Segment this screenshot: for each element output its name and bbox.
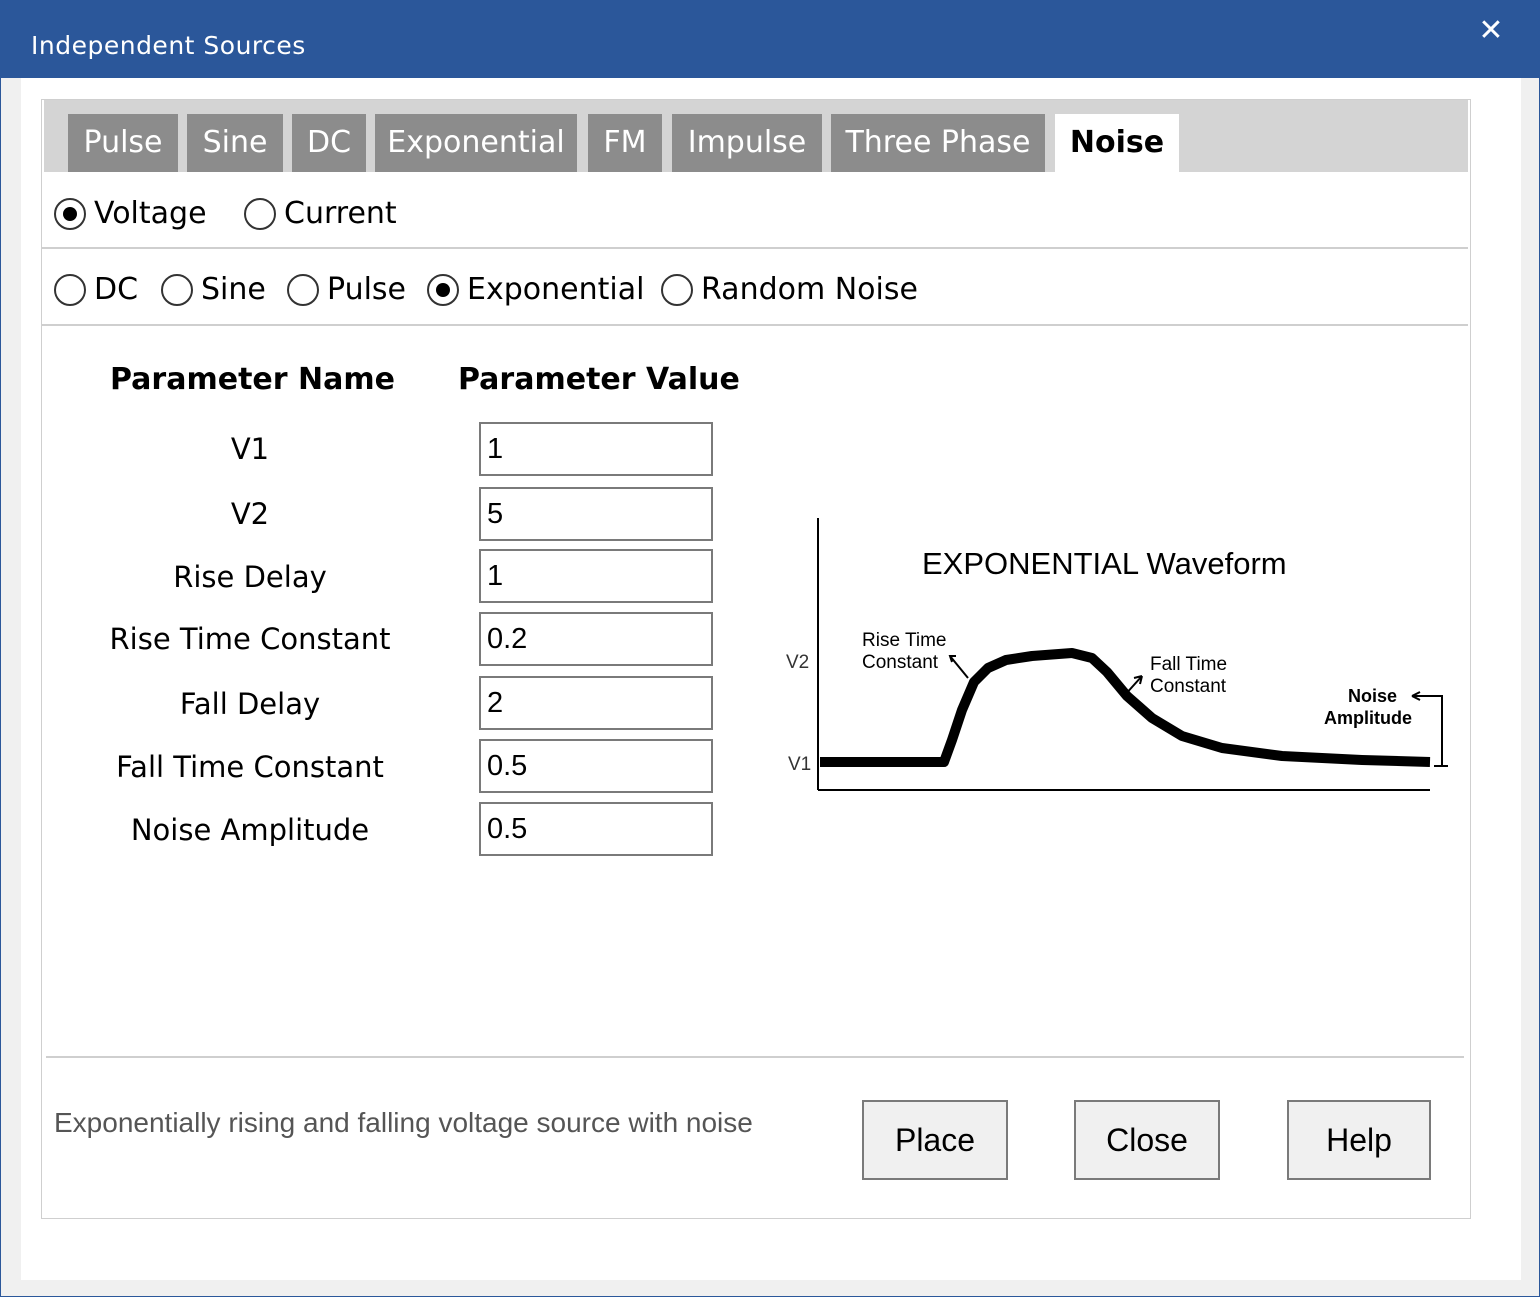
param-value-rise-time-constant[interactable] (479, 612, 713, 666)
radio-dc-label: DC (94, 272, 139, 307)
param-name-v2: V2 (230, 497, 270, 531)
radio-random-noise-indicator[interactable] (661, 273, 693, 306)
radio-current-indicator[interactable] (244, 197, 276, 230)
divider (42, 247, 1468, 249)
noise-arrow-icon (1411, 691, 1448, 767)
fall-arrow-icon (1123, 675, 1143, 697)
param-value-v2[interactable] (479, 487, 713, 541)
param-value-fall-delay[interactable] (479, 676, 713, 730)
radio-exponential[interactable]: Exponential (427, 272, 644, 307)
tab-dc[interactable]: DC (292, 114, 366, 172)
noise-label-line1: Noise (1348, 686, 1397, 706)
radio-dc[interactable]: DC (54, 272, 138, 307)
dialog-window: Independent Sources ✕ Pulse Sine DC Expo… (0, 0, 1540, 1297)
place-button[interactable]: Place (862, 1100, 1008, 1180)
radio-sine[interactable]: Sine (161, 272, 266, 307)
param-name-noise-amplitude: Noise Amplitude (130, 813, 370, 847)
tab-three-phase[interactable]: Three Phase (831, 114, 1045, 172)
param-name-header: Parameter Name (110, 362, 395, 397)
status-text: Exponentially rising and falling voltage… (54, 1107, 753, 1138)
fall-label-line2: Constant (1150, 676, 1227, 697)
divider (42, 324, 1468, 326)
radio-voltage[interactable]: Voltage (54, 196, 207, 231)
radio-dc-indicator[interactable] (54, 273, 86, 306)
rise-label-line1: Rise Time (862, 630, 946, 651)
radio-pulse-label: Pulse (327, 272, 406, 307)
param-name-rise-time-constant: Rise Time Constant (109, 622, 391, 656)
exponential-waveform-diagram: EXPONENTIAL Waveform V2 V1 Rise Time Con… (786, 518, 1448, 791)
close-icon[interactable]: ✕ (1471, 11, 1511, 51)
radio-voltage-indicator[interactable] (54, 197, 86, 230)
param-name-rise-delay: Rise Delay (173, 560, 327, 594)
param-value-fall-time-constant[interactable] (479, 739, 713, 793)
radio-current[interactable]: Current (244, 196, 397, 231)
window-title: Independent Sources (31, 31, 306, 60)
param-name-fall-delay: Fall Delay (179, 687, 321, 721)
radio-pulse[interactable]: Pulse (287, 272, 406, 307)
fall-label-line1: Fall Time (1150, 654, 1227, 675)
divider (46, 1056, 1464, 1058)
tab-impulse[interactable]: Impulse (672, 114, 822, 172)
title-bar[interactable]: Independent Sources ✕ (1, 1, 1540, 78)
rise-label-line2: Constant (862, 652, 939, 673)
v2-label: V2 (786, 652, 809, 673)
tab-sine[interactable]: Sine (187, 114, 283, 172)
tab-exponential[interactable]: Exponential (375, 114, 577, 172)
tab-strip: Pulse Sine DC Exponential FM Impulse Thr… (44, 100, 1468, 172)
noise-label-line2: Amplitude (1324, 708, 1412, 728)
radio-sine-label: Sine (201, 272, 266, 307)
param-value-v1[interactable] (479, 422, 713, 476)
tab-noise[interactable]: Noise (1055, 114, 1179, 172)
radio-sine-indicator[interactable] (161, 273, 193, 306)
sources-panel: Pulse Sine DC Exponential FM Impulse Thr… (41, 99, 1471, 1219)
radio-random-noise-label: Random Noise (701, 272, 918, 307)
param-name-v1: V1 (230, 432, 270, 466)
radio-random-noise[interactable]: Random Noise (661, 272, 918, 307)
rise-arrow-icon (948, 655, 969, 679)
param-name-fall-time-constant: Fall Time Constant (116, 750, 384, 784)
v1-label: V1 (788, 754, 811, 775)
param-value-rise-delay[interactable] (479, 549, 713, 603)
close-button[interactable]: Close (1074, 1100, 1220, 1180)
radio-exponential-indicator[interactable] (427, 273, 459, 306)
radio-exponential-label: Exponential (467, 272, 645, 307)
tab-pulse[interactable]: Pulse (68, 114, 178, 172)
help-button[interactable]: Help (1287, 1100, 1431, 1180)
radio-voltage-label: Voltage (94, 196, 207, 231)
radio-current-label: Current (284, 196, 397, 231)
tab-fm[interactable]: FM (588, 114, 662, 172)
diagram-title: EXPONENTIAL Waveform (922, 546, 1287, 581)
param-value-noise-amplitude[interactable] (479, 802, 713, 856)
radio-pulse-indicator[interactable] (287, 273, 319, 306)
param-value-header: Parameter Value (458, 362, 740, 397)
